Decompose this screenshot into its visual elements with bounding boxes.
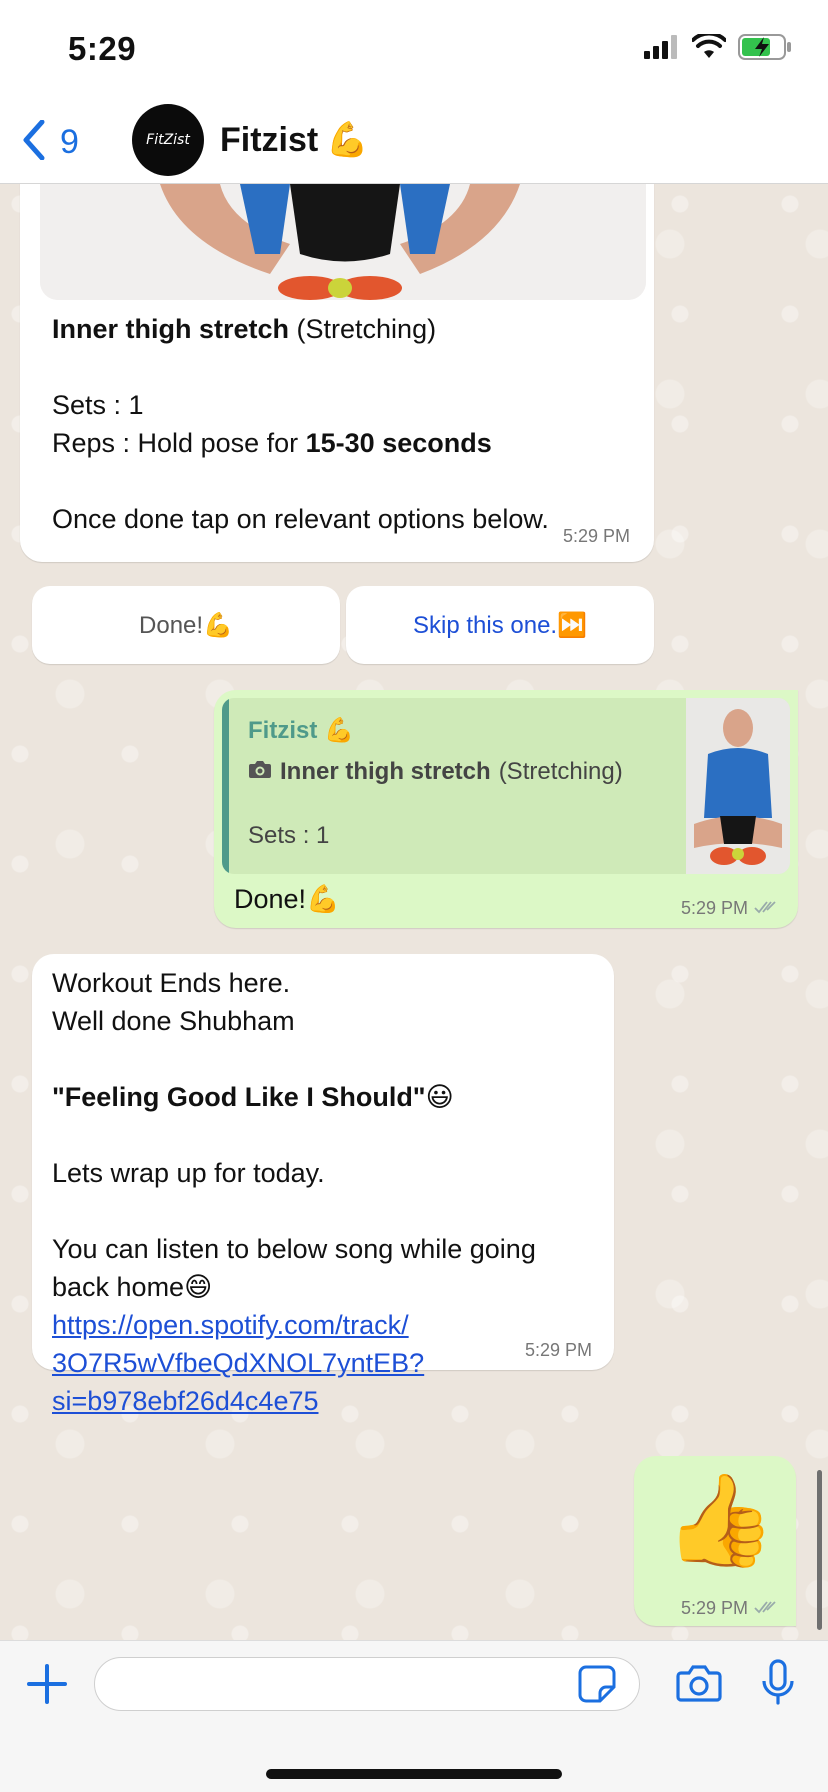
avatar-logo-text: FitZist (146, 132, 190, 148)
quoted-photo-thumbnail (686, 698, 790, 874)
exercise-title-line: Inner thigh stretch (Stretching) (52, 310, 642, 348)
spotify-link-line-2[interactable]: 3O7R5wVfbeQdXNOL7yntEB? (52, 1344, 600, 1382)
exercise-photo[interactable] (40, 184, 646, 300)
camera-icon (248, 758, 272, 786)
unread-count: 9 (60, 123, 79, 161)
message-timestamp: 5:29 PM (681, 1598, 778, 1619)
status-icons (644, 31, 792, 65)
thumbs-up-message: 👍 5:29 PM (634, 1456, 796, 1626)
spotify-link-line-1[interactable]: https://open.spotify.com/track/ (52, 1306, 600, 1344)
status-time: 5:29 (68, 30, 137, 67)
skip-quick-reply-button[interactable]: Skip this one.⏭️ (346, 586, 654, 664)
message-timestamp: 5:29 PM (681, 898, 778, 919)
done-quick-reply-label: Done!💪 (139, 611, 233, 639)
wrapup-message: Workout Ends here. Well done Shubham "Fe… (32, 954, 614, 1416)
flexed-biceps-emoji: 💪 (326, 121, 369, 159)
exercise-title: Inner thigh stretch (52, 314, 290, 344)
quoted-title: Inner thigh stretch (280, 758, 491, 785)
done-quick-reply-button[interactable]: Done!💪 (32, 586, 340, 664)
wrapup-line-5: back home😄 (52, 1272, 213, 1302)
quoted-sender: Fitzist 💪 (248, 717, 354, 744)
battery-charging-icon (738, 34, 792, 65)
exercise-instruction: Once done tap on relevant options below. (52, 504, 549, 534)
home-indicator (266, 1769, 562, 1779)
wrapup-text: Workout Ends here. Well done Shubham "Fe… (52, 964, 600, 1420)
skip-quick-reply-label: Skip this one.⏭️ (413, 611, 587, 639)
message-input[interactable] (94, 1657, 640, 1711)
wrapup-line-4: You can listen to below song while going (52, 1234, 536, 1264)
message-timestamp: 5:29 PM (562, 526, 630, 546)
plus-icon[interactable] (26, 1663, 68, 1710)
contact-name[interactable]: Fitzist 💪 (220, 120, 369, 160)
wrapup-line-2: Well done Shubham (52, 1006, 295, 1036)
done-reply-message: Fitzist 💪 Inner thigh stretch (Stretchin… (214, 690, 798, 928)
exercise-reps-label: Reps : Hold pose for (52, 428, 306, 458)
thumbs-up-emoji: 👍 (664, 1471, 777, 1571)
wifi-icon (691, 31, 727, 65)
wrapup-line-3: Lets wrap up for today. (52, 1158, 325, 1188)
quoted-sets: Sets : 1 (248, 822, 330, 849)
done-reply-text: Done!💪 (234, 884, 340, 914)
contact-name-text: Fitzist (220, 120, 319, 159)
quoted-message[interactable]: Fitzist 💪 Inner thigh stretch (Stretchin… (222, 698, 790, 874)
wrapup-quote: "Feeling Good Like I Should"😃 (52, 1078, 600, 1116)
quoted-title-line: Inner thigh stretch (Stretching) (248, 758, 623, 786)
chat-header: 9 FitZist Fitzist 💪 (0, 96, 828, 184)
input-bar (0, 1640, 828, 1792)
camera-icon[interactable] (676, 1663, 722, 1708)
exercise-text: Inner thigh stretch (Stretching) Sets : … (52, 310, 642, 538)
chat-area[interactable]: Inner thigh stretch (Stretching) Sets : … (0, 184, 828, 1640)
avatar[interactable]: FitZist (132, 104, 204, 176)
smiling-emoji: 😃 (425, 1082, 454, 1112)
quoted-category: (Stretching) (498, 758, 623, 785)
reply-time: 5:29 PM (680, 898, 748, 918)
exercise-reps: Reps : Hold pose for 15-30 seconds (52, 424, 642, 462)
status-bar: 5:29 (0, 0, 828, 96)
cellular-signal-icon (644, 35, 680, 64)
quote-accent-bar (222, 698, 229, 874)
double-check-icon (754, 898, 778, 919)
scrollbar[interactable] (817, 1470, 822, 1630)
exercise-sets: Sets : 1 (52, 390, 144, 420)
exercise-message: Inner thigh stretch (Stretching) Sets : … (20, 184, 654, 562)
sticker-icon[interactable] (578, 1665, 616, 1708)
message-timestamp: 5:29 PM (524, 1340, 592, 1360)
wrapup-quote-text: "Feeling Good Like I Should" (52, 1082, 426, 1112)
back-button[interactable]: 9 (22, 119, 79, 165)
wrapup-line-1: Workout Ends here. (52, 968, 291, 998)
exercise-category: (Stretching) (296, 314, 437, 344)
double-check-icon (754, 1598, 778, 1619)
thumbs-time: 5:29 PM (680, 1598, 748, 1618)
spotify-link-line-3[interactable]: si=b978ebf26d4c4e75 (52, 1382, 600, 1420)
chevron-left-icon (22, 119, 46, 165)
exercise-reps-value: 15-30 seconds (305, 428, 492, 458)
microphone-icon[interactable] (760, 1659, 796, 1712)
